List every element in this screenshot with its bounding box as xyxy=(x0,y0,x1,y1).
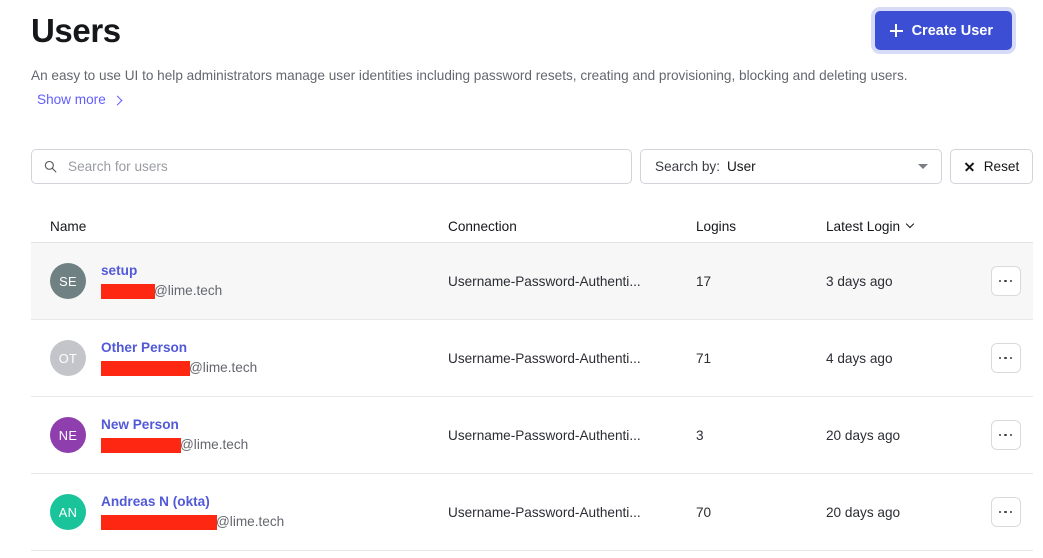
latest-login-cell: 3 days ago xyxy=(826,273,893,289)
user-email: @lime.tech xyxy=(101,513,284,531)
ellipsis-icon xyxy=(1004,433,1007,437)
user-identity: Andreas N (okta) @lime.tech xyxy=(101,493,284,531)
user-cell: AN Andreas N (okta) @lime.tech xyxy=(50,493,448,531)
user-email: @lime.tech xyxy=(101,436,248,454)
connection-cell: Username-Password-Authenti... xyxy=(448,350,641,366)
column-header-name[interactable]: Name xyxy=(50,219,448,234)
ellipsis-icon xyxy=(998,356,1002,360)
avatar: OT xyxy=(50,340,86,376)
user-email-domain: @lime.tech xyxy=(154,283,223,298)
ellipsis-icon xyxy=(998,433,1002,437)
actions-cell xyxy=(978,497,1033,527)
show-more-link[interactable]: Show more xyxy=(37,90,123,110)
row-actions-button[interactable] xyxy=(990,497,1021,527)
column-header-connection[interactable]: Connection xyxy=(448,219,696,234)
row-actions-button[interactable] xyxy=(990,420,1021,450)
user-email-domain: @lime.tech xyxy=(216,514,285,529)
table-body: SE setup @lime.tech Username-Password-Authe… xyxy=(31,243,1033,551)
search-by-value: User xyxy=(726,159,756,174)
logins-cell: 71 xyxy=(696,350,712,366)
user-email: @lime.tech xyxy=(101,282,222,300)
page-description: An easy to use UI to help administrators… xyxy=(31,68,908,83)
user-name-link[interactable]: Andreas N (okta) xyxy=(101,493,284,510)
chevron-right-icon xyxy=(112,95,123,105)
latest-login-cell: 20 days ago xyxy=(826,504,901,520)
avatar: SE xyxy=(50,263,86,299)
connection-cell: Username-Password-Authenti... xyxy=(448,273,641,289)
avatar: AN xyxy=(50,494,86,530)
user-name-link[interactable]: New Person xyxy=(101,416,248,433)
redaction-bar xyxy=(101,283,155,299)
ellipsis-icon xyxy=(1009,356,1013,360)
column-header-latest-login-label: Latest Login xyxy=(826,218,901,234)
avatar: NE xyxy=(50,417,86,453)
user-identity: New Person @lime.tech xyxy=(101,416,248,454)
filter-bar: Search by: User Reset xyxy=(31,149,1033,184)
ellipsis-icon xyxy=(1004,510,1007,514)
table-row[interactable]: AN Andreas N (okta) @lime.tech Username-Pas… xyxy=(31,474,1033,551)
column-header-latest-login[interactable]: Latest Login xyxy=(826,219,978,234)
actions-cell xyxy=(978,266,1033,296)
search-input[interactable] xyxy=(68,150,619,183)
latest-login-cell: 4 days ago xyxy=(826,350,893,366)
users-table: Name Connection Logins Latest Login SE se… xyxy=(31,210,1033,551)
user-cell: OT Other Person @lime.tech xyxy=(50,339,448,377)
column-header-logins[interactable]: Logins xyxy=(696,219,826,234)
ellipsis-icon xyxy=(998,279,1002,283)
user-email-domain: @lime.tech xyxy=(180,437,249,452)
table-row[interactable]: NE New Person @lime.tech Username-Password-… xyxy=(31,397,1033,474)
user-name-link[interactable]: Other Person xyxy=(101,339,257,356)
create-user-button[interactable]: Create User xyxy=(874,11,1012,50)
user-name-link[interactable]: setup xyxy=(101,262,222,279)
close-icon xyxy=(964,161,975,172)
chevron-down-icon xyxy=(905,219,915,229)
redaction-bar xyxy=(101,514,217,530)
show-more-label: Show more xyxy=(37,92,106,107)
search-by-label: Search by: xyxy=(655,159,720,174)
ellipsis-icon xyxy=(1009,279,1013,283)
actions-cell xyxy=(978,343,1033,373)
user-cell: NE New Person @lime.tech xyxy=(50,416,448,454)
table-row[interactable]: SE setup @lime.tech Username-Password-Authe… xyxy=(31,243,1033,320)
search-by-dropdown[interactable]: Search by: User xyxy=(640,149,942,184)
plus-icon xyxy=(889,24,903,37)
table-row[interactable]: OT Other Person @lime.tech Username-Passwor… xyxy=(31,320,1033,397)
search-box[interactable] xyxy=(31,149,632,184)
user-email-domain: @lime.tech xyxy=(189,360,258,375)
user-identity: setup @lime.tech xyxy=(101,262,222,300)
ellipsis-icon xyxy=(1004,279,1007,283)
chevron-down-icon xyxy=(918,164,928,169)
ellipsis-icon xyxy=(1009,433,1013,437)
page-title: Users xyxy=(31,12,121,49)
redaction-bar xyxy=(101,360,190,376)
latest-login-cell: 20 days ago xyxy=(826,427,901,443)
user-email: @lime.tech xyxy=(101,359,257,377)
ellipsis-icon xyxy=(1009,510,1013,514)
redaction-bar xyxy=(101,437,181,453)
logins-cell: 70 xyxy=(696,504,712,520)
users-page: Users Create User An easy to use UI to h… xyxy=(0,0,1043,558)
reset-button-label: Reset xyxy=(983,159,1020,174)
reset-button[interactable]: Reset xyxy=(950,149,1033,184)
page-header: Users Create User xyxy=(31,6,1012,54)
table-header-row: Name Connection Logins Latest Login xyxy=(31,210,1033,243)
row-actions-button[interactable] xyxy=(990,266,1021,296)
row-actions-button[interactable] xyxy=(990,343,1021,373)
user-identity: Other Person @lime.tech xyxy=(101,339,257,377)
create-user-button-label: Create User xyxy=(911,22,993,39)
logins-cell: 3 xyxy=(696,427,704,443)
connection-cell: Username-Password-Authenti... xyxy=(448,504,641,520)
actions-cell xyxy=(978,420,1033,450)
user-cell: SE setup @lime.tech xyxy=(50,262,448,300)
connection-cell: Username-Password-Authenti... xyxy=(448,427,641,443)
ellipsis-icon xyxy=(1004,356,1007,360)
ellipsis-icon xyxy=(998,510,1002,514)
search-icon xyxy=(44,160,57,173)
logins-cell: 17 xyxy=(696,273,712,289)
